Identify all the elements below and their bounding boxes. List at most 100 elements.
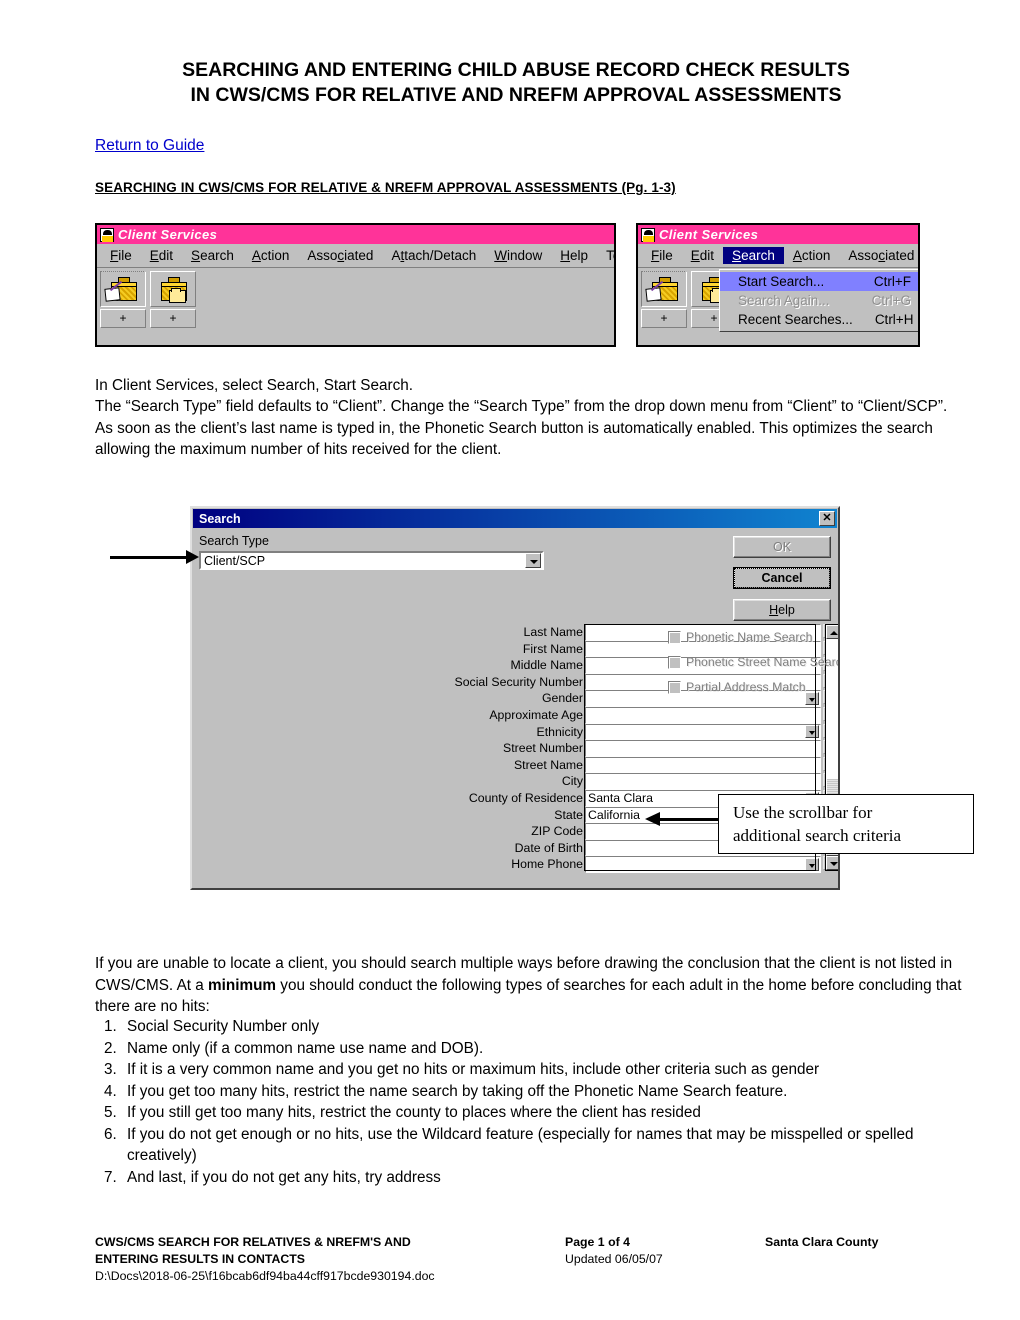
- menu-item-toolz[interactable]: Toolz: [597, 247, 614, 264]
- label-home-phone: Home Phone: [511, 857, 583, 872]
- client-services-app-icon: [100, 227, 114, 242]
- menu-item-file-2[interactable]: File: [642, 247, 682, 264]
- client-services-window-menu-open[interactable]: Client Services File Edit Search Action …: [636, 223, 920, 347]
- chevron-down-icon-ethnicity[interactable]: [805, 725, 819, 739]
- label-street-name: Street Name: [513, 757, 583, 772]
- instruction-paragraph-3: If you are unable to locate a client, yo…: [95, 953, 965, 1018]
- checkbox-label-phonetic-street-name-search: Phonetic Street Name Search: [686, 655, 840, 669]
- search-type-value: Client/SCP: [204, 553, 266, 568]
- client-folder-icon-button[interactable]: [150, 271, 196, 307]
- footer-row-1: CWS/CMS SEARCH FOR RELATIVES & NREFM'S A…: [95, 1234, 975, 1251]
- search-type-dropdown[interactable]: Client/SCP: [199, 551, 544, 570]
- label-last-name: Last Name: [523, 625, 583, 639]
- search-options-group[interactable]: Phonetic Name Search Phonetic Street Nam…: [668, 630, 840, 705]
- ok-button[interactable]: OK: [733, 536, 831, 558]
- window-title-bar-2[interactable]: Client Services: [638, 225, 918, 244]
- input-ethnicity[interactable]: [585, 723, 821, 741]
- menu-item-edit[interactable]: Edit: [141, 247, 182, 264]
- checkbox-row-phonetic-street-name-search[interactable]: Phonetic Street Name Search: [668, 655, 840, 669]
- label-zip-code: ZIP Code: [531, 824, 583, 839]
- checkbox-phonetic-street-name-search[interactable]: [668, 655, 681, 669]
- input-home-phone[interactable]: [585, 856, 821, 873]
- label-approximate-age: Approximate Age: [489, 707, 583, 722]
- checkbox-phonetic-name-search[interactable]: [668, 630, 681, 644]
- menu-option-start-search[interactable]: Start Search... Ctrl+F: [720, 272, 918, 291]
- list-item: If you get too many hits, restrict the n…: [121, 1081, 975, 1103]
- annotation-arrow-scrollbar-line: [660, 818, 718, 821]
- client-notebook-icon-button[interactable]: [100, 271, 146, 307]
- label-county-of-residence: County of Residence: [468, 790, 583, 805]
- scroll-down-arrow-icon[interactable]: [826, 856, 838, 870]
- search-dialog-title-bar[interactable]: Search ✕: [193, 509, 837, 528]
- input-street-name[interactable]: [585, 756, 821, 774]
- menu-item-action[interactable]: Action: [243, 247, 299, 264]
- expand-button-2[interactable]: +: [150, 309, 196, 328]
- menu-item-file[interactable]: File: [101, 247, 141, 264]
- chevron-down-icon[interactable]: [525, 553, 541, 568]
- search-type-label: Search Type: [199, 534, 269, 548]
- field-row-home-phone[interactable]: Home Phone: [452, 856, 837, 873]
- label-gender: Gender: [541, 691, 583, 706]
- menu-item-help[interactable]: Help: [551, 247, 597, 264]
- return-to-guide-link[interactable]: Return to Guide: [95, 137, 204, 155]
- search-dropdown-menu[interactable]: Start Search... Ctrl+F Search Again... C…: [719, 269, 918, 332]
- close-icon[interactable]: ✕: [819, 511, 835, 526]
- menu-item-associated[interactable]: Associated: [298, 247, 382, 264]
- toolbar-group-2[interactable]: +: [150, 271, 196, 328]
- search-types-list: Social Security Number only Name only (i…: [95, 1016, 975, 1188]
- field-row-street-name[interactable]: Street Name: [452, 756, 837, 774]
- input-city[interactable]: [585, 773, 821, 790]
- menu-item-search[interactable]: Search: [182, 247, 243, 264]
- field-row-street-number[interactable]: Street Number: [452, 740, 837, 757]
- menu-item-associated-2[interactable]: Associated: [839, 247, 918, 264]
- label-ethnicity: Ethnicity: [536, 724, 583, 739]
- chevron-down-icon-home-phone[interactable]: [805, 858, 819, 872]
- input-street-number[interactable]: [585, 740, 821, 757]
- menu-option-search-again-accel: Ctrl+G: [871, 293, 911, 308]
- tool-bar[interactable]: + +: [97, 268, 614, 330]
- field-row-city[interactable]: City: [452, 773, 837, 790]
- list-item: If you do not get enough or no hits, use…: [121, 1124, 975, 1167]
- menu-item-attach-detach[interactable]: Attach/Detach: [382, 247, 485, 264]
- annotation-arrow-search-type-line: [110, 556, 188, 559]
- menu-item-edit-2[interactable]: Edit: [682, 247, 723, 264]
- client-services-window[interactable]: Client Services File Edit Search Action …: [95, 223, 616, 347]
- menu-option-recent-searches[interactable]: Recent Searches... Ctrl+H: [720, 310, 918, 329]
- input-approximate-age[interactable]: [585, 706, 821, 724]
- help-button-label: Help: [769, 603, 795, 617]
- footer-title-line1: CWS/CMS SEARCH FOR RELATIVES & NREFM'S A…: [95, 1235, 411, 1249]
- expand-button-1[interactable]: +: [100, 309, 146, 328]
- help-button[interactable]: Help: [733, 599, 831, 621]
- field-row-approximate-age[interactable]: Approximate Age: [452, 706, 837, 724]
- window-title-bar[interactable]: Client Services: [97, 225, 614, 244]
- checkbox-partial-address-match[interactable]: [668, 680, 681, 694]
- menu-option-search-again: Search Again... Ctrl+G: [720, 291, 918, 310]
- page-title: SEARCHING AND ENTERING CHILD ABUSE RECOR…: [96, 58, 936, 108]
- expand-button-1-b[interactable]: +: [641, 309, 687, 328]
- list-item: Name only (if a common name use name and…: [121, 1038, 975, 1060]
- briefcase-notepad-icon-2: [645, 276, 680, 303]
- footer-row-2: ENTERING RESULTS IN CONTACTS Updated 06/…: [95, 1251, 975, 1268]
- toolbar-group-1-b[interactable]: +: [641, 271, 687, 328]
- checkbox-row-partial-address-match[interactable]: Partial Address Match: [668, 680, 838, 694]
- list-item: If it is a very common name and you get …: [121, 1059, 975, 1081]
- checkbox-label-phonetic-name-search: Phonetic Name Search: [686, 630, 813, 644]
- page-title-line2: IN CWS/CMS FOR RELATIVE AND NREFM APPROV…: [190, 84, 842, 106]
- window-title-text-2: Client Services: [659, 227, 759, 242]
- menu-bar[interactable]: File Edit Search Action Associated Attac…: [97, 244, 614, 268]
- field-row-ethnicity[interactable]: Ethnicity: [452, 723, 837, 741]
- briefcase-folder-icon: [157, 276, 189, 303]
- menu-item-action-2[interactable]: Action: [784, 247, 840, 264]
- cancel-button[interactable]: Cancel: [733, 567, 831, 589]
- menu-option-recent-searches-label: Recent Searches...: [738, 312, 853, 327]
- callout-line-2: additional search criteria: [733, 826, 902, 845]
- section-heading: SEARCHING IN CWS/CMS FOR RELATIVE & NREF…: [95, 180, 676, 195]
- menu-item-window[interactable]: Window: [485, 247, 551, 264]
- toolbar-group-1[interactable]: +: [100, 271, 146, 328]
- client-notebook-icon-button-2[interactable]: [641, 271, 687, 307]
- menu-item-search-2[interactable]: Search: [723, 247, 784, 264]
- menu-bar-2[interactable]: File Edit Search Action Associated A: [638, 244, 918, 268]
- checkbox-row-phonetic-name-search[interactable]: Phonetic Name Search: [668, 630, 838, 644]
- label-street-number: Street Number: [503, 741, 583, 756]
- list-item: And last, if you do not get any hits, tr…: [121, 1167, 975, 1189]
